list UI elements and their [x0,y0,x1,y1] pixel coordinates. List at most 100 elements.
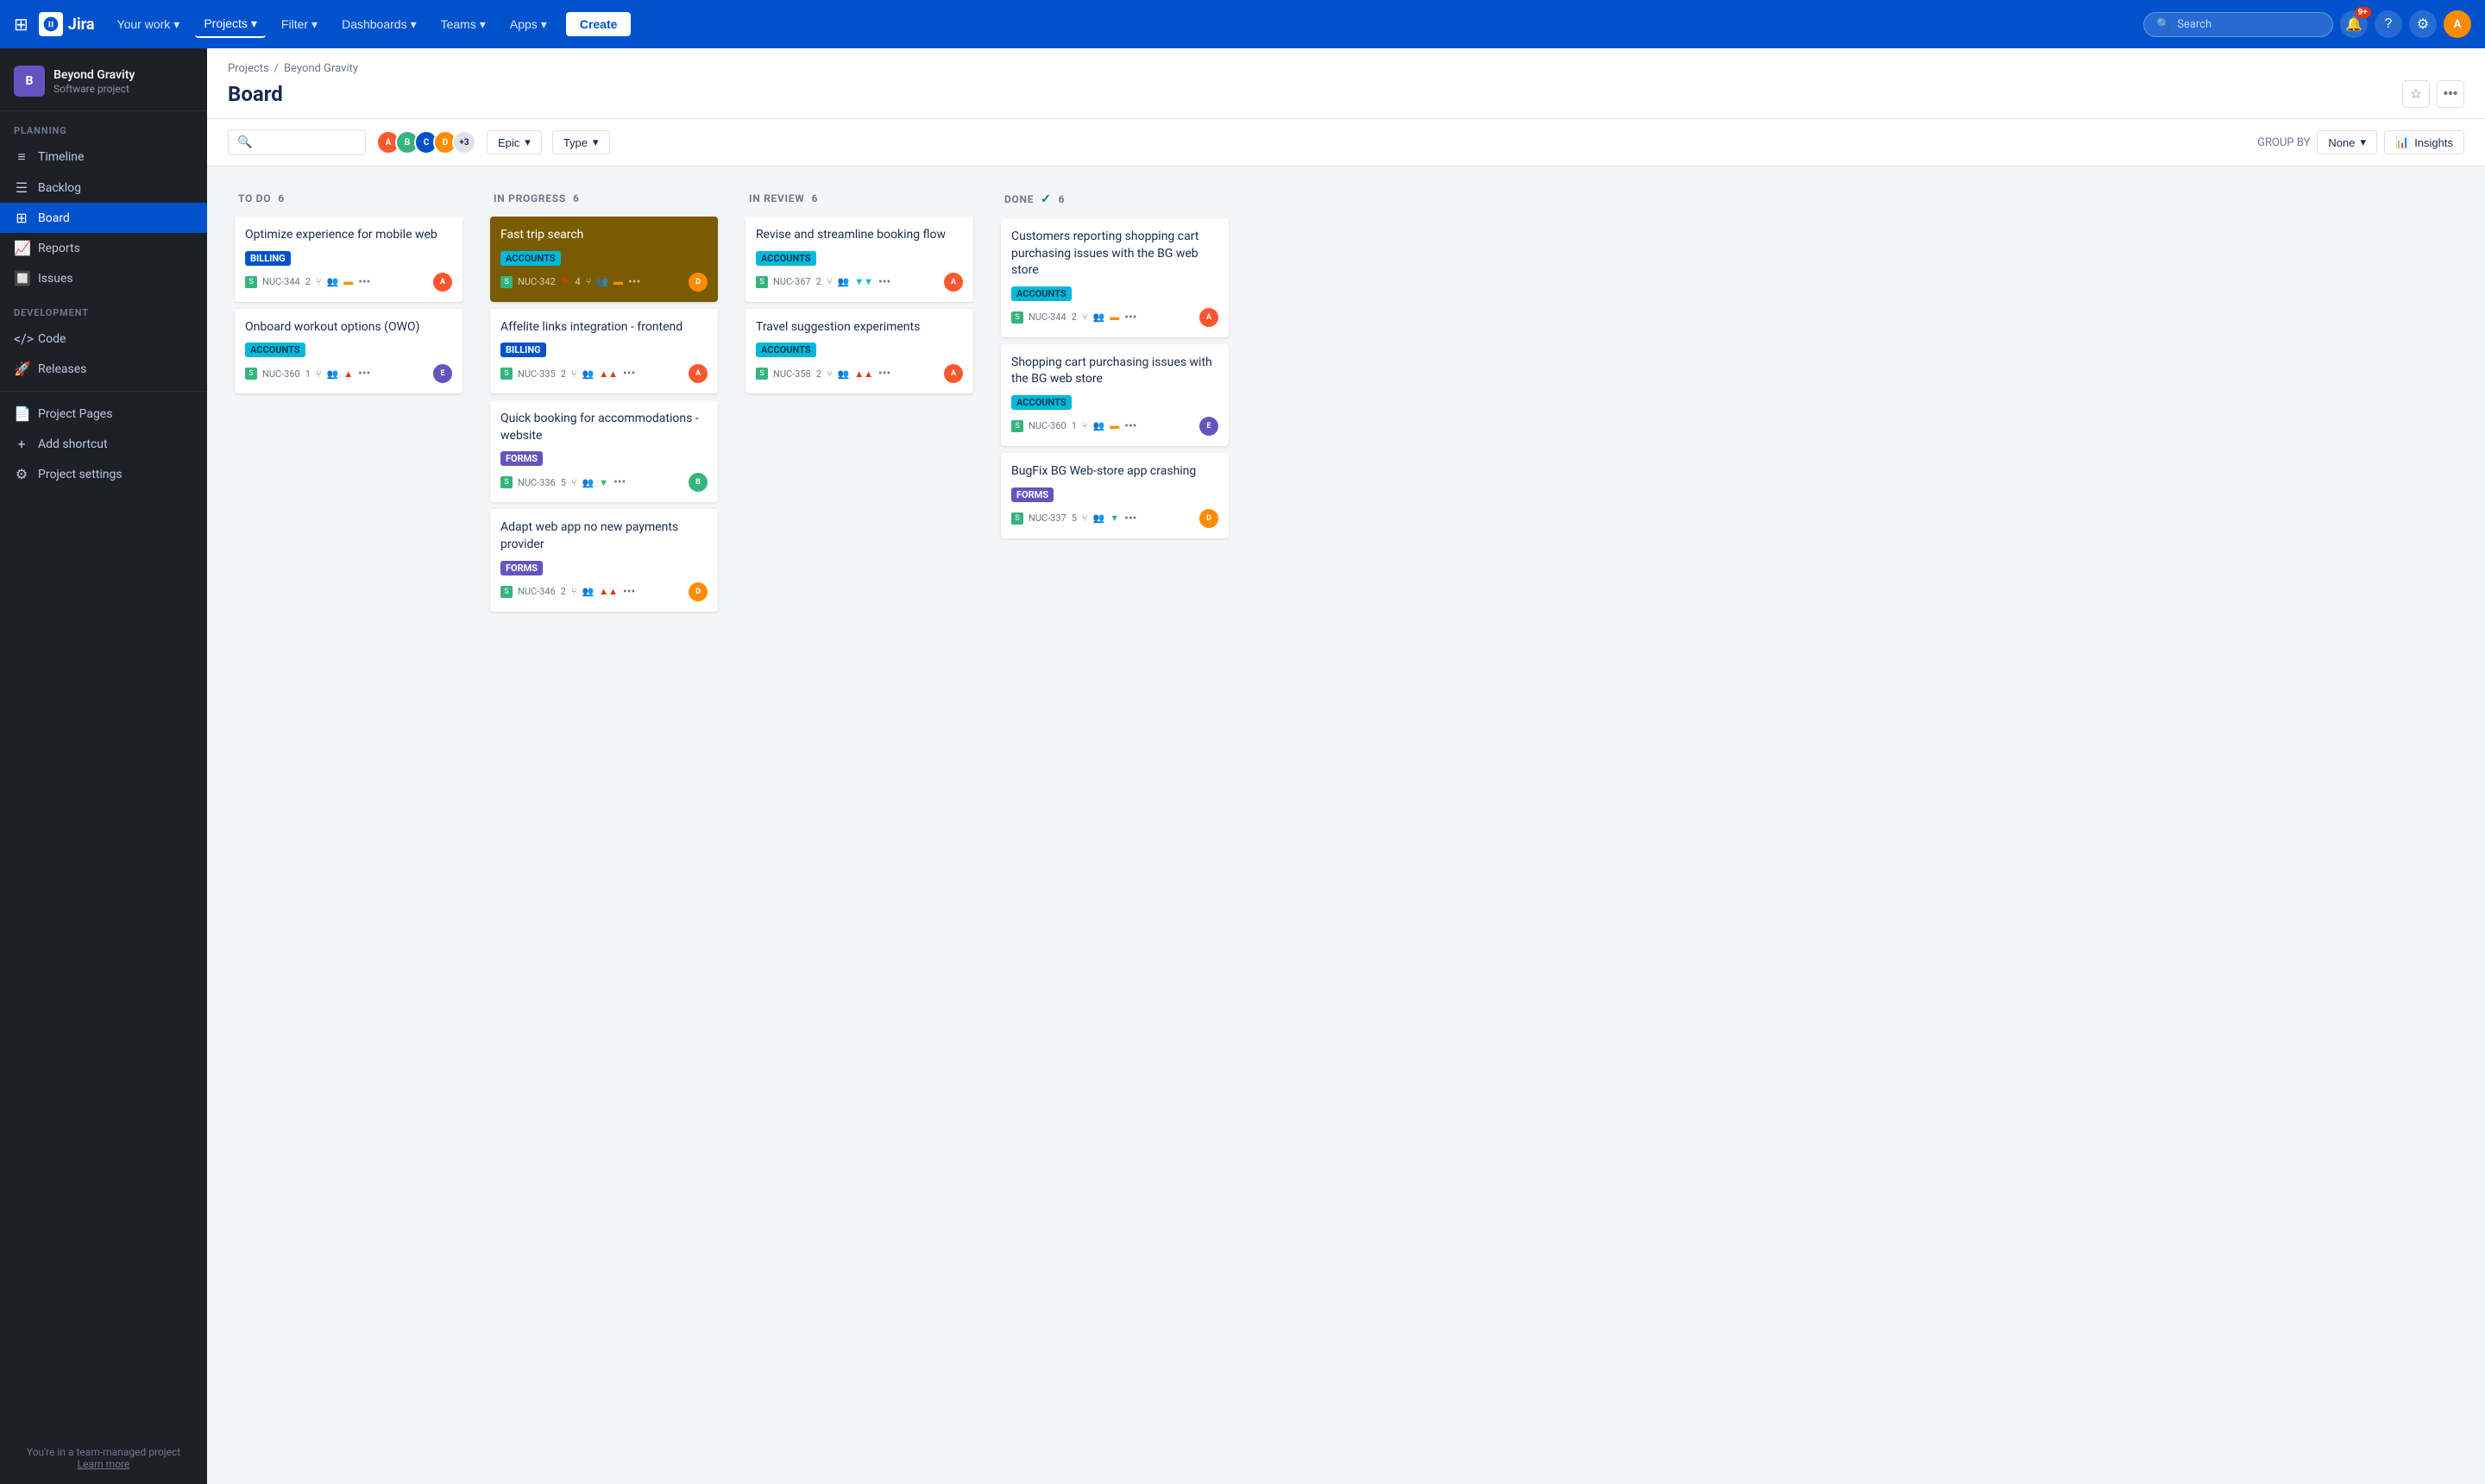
filter-button[interactable]: Filter ▾ [273,12,326,37]
card-nuc-360-done[interactable]: Shopping cart purchasing issues with the… [1001,344,1229,446]
search-bar[interactable]: 🔍 Search [2143,12,2333,37]
group-by-dropdown[interactable]: None ▾ [2317,130,2377,154]
sidebar-item-timeline[interactable]: ≡ Timeline [0,141,207,173]
sidebar-item-code[interactable]: </> Code [0,324,207,354]
epic-chevron-icon: ▾ [525,135,531,149]
priority-icon: ▬ [613,276,623,287]
card-meta: S NUC-335 2 ⑂ 👥 ▲▲ ••• A [500,364,708,383]
card-avatar: A [944,273,963,292]
card-nuc-337-done[interactable]: BugFix BG Web-store app crashing FORMS S… [1001,453,1229,538]
branch-icon: ⑂ [1082,512,1088,524]
type-chevron-icon: ▾ [593,135,599,149]
card-meta: S NUC-336 5 ⑂ 👥 ▼ ••• B [500,473,708,492]
branch-icon: ⑂ [1082,420,1088,431]
add-shortcut-icon: + [14,436,29,452]
card-meta: S NUC-367 2 ⑂ 👥 ▼▼ ••• A [756,273,963,292]
sidebar: B Beyond Gravity Software project PLANNI… [0,48,207,1484]
commit-icon: 👥 [327,368,339,380]
card-meta: S NUC-358 2 ⑂ 👥 ▲▲ ••• A [756,364,963,383]
priority-icon: ▼▼ [854,276,873,287]
timeline-icon: ≡ [14,148,29,166]
story-icon: S [500,476,513,488]
jira-logo[interactable]: Jira [39,12,95,36]
insights-button[interactable]: 📊 Insights [2384,130,2464,154]
board-search-input[interactable] [257,136,356,149]
group-by-chevron-icon: ▾ [2360,135,2366,149]
sidebar-item-issues[interactable]: 🔲 Issues [0,263,207,293]
card-nuc-346[interactable]: Adapt web app no new payments provider F… [490,509,718,611]
sidebar-item-reports[interactable]: 📈 Reports [0,233,207,263]
more-icon: ••• [358,367,370,380]
priority-icon: ▲▲ [599,368,618,380]
branch-icon: ⑂ [571,368,577,380]
flag-icon: ⚑ [561,276,570,288]
card-avatar: A [1199,308,1218,327]
card-nuc-360-todo[interactable]: Onboard workout options (OWO) ACCOUNTS S… [235,309,462,394]
teams-button[interactable]: Teams ▾ [432,12,494,37]
more-icon: ••• [358,275,370,289]
board-header: Projects / Beyond Gravity Board ☆ ••• [207,48,2485,119]
projects-button[interactable]: Projects ▾ [195,11,266,38]
sidebar-item-backlog[interactable]: ☰ Backlog [0,173,207,203]
sidebar-item-releases[interactable]: 🚀 Releases [0,354,207,384]
grid-icon[interactable]: ⊞ [14,14,28,35]
card-avatar: E [433,364,452,383]
priority-icon: ▲▲ [599,586,618,597]
branch-icon: ⑂ [571,477,577,488]
card-nuc-344-done[interactable]: Customers reporting shopping cart purcha… [1001,218,1229,337]
column-inreview: IN REVIEW 6 Revise and streamline bookin… [739,184,980,1461]
branch-icon: ⑂ [316,368,322,380]
card-nuc-335[interactable]: Affelite links integration - frontend BI… [490,309,718,394]
sidebar-item-project-settings[interactable]: ⚙ Project settings [0,459,207,489]
help-button[interactable]: ? [2375,10,2402,38]
apps-button[interactable]: Apps ▾ [501,12,556,37]
type-filter-button[interactable]: Type ▾ [552,130,610,154]
board-columns: TO DO 6 Optimize experience for mobile w… [207,167,2485,1478]
board-toolbar: 🔍 A B C D +3 Epic ▾ Type ▾ GROUP BY [207,119,2485,167]
story-icon: S [245,276,257,288]
sidebar-item-project-pages[interactable]: 📄 Project Pages [0,399,207,429]
board-search-box[interactable]: 🔍 [228,129,366,155]
story-icon: S [1011,420,1023,432]
sidebar-item-add-shortcut[interactable]: + Add shortcut [0,429,207,459]
star-button[interactable]: ☆ [2402,80,2430,108]
card-nuc-336[interactable]: Quick booking for accommodations - websi… [490,400,718,502]
card-nuc-367[interactable]: Revise and streamline booking flow ACCOU… [746,217,973,302]
tag-accounts: ACCOUNTS [1011,395,1072,410]
learn-more-link[interactable]: Learn more [78,1458,130,1470]
project-type: Software project [53,83,135,95]
priority-icon: ▬ [343,276,353,287]
tag-forms: FORMS [500,451,543,466]
story-icon: S [245,368,257,380]
user-avatar[interactable]: A [2444,10,2471,38]
card-nuc-342[interactable]: Fast trip search ACCOUNTS S NUC-342 ⚑ 4 … [490,217,718,302]
more-icon: ••• [1124,419,1136,433]
planning-section-label: PLANNING [0,111,207,141]
issues-icon: 🔲 [14,270,29,286]
sidebar-item-board[interactable]: ⊞ Board [0,203,207,233]
releases-icon: 🚀 [14,361,29,377]
more-icon: ••• [623,585,635,599]
breadcrumb-projects[interactable]: Projects [228,62,269,75]
card-meta: S NUC-344 2 ⑂ 👥 ▬ ••• A [1011,308,1218,327]
card-nuc-344-todo[interactable]: Optimize experience for mobile web BILLI… [235,217,462,302]
more-options-button[interactable]: ••• [2437,80,2464,108]
story-icon: S [500,586,513,598]
create-button[interactable]: Create [566,12,632,36]
settings-button[interactable]: ⚙ [2409,10,2437,38]
dashboards-button[interactable]: Dashboards ▾ [333,12,425,37]
card-nuc-358[interactable]: Travel suggestion experiments ACCOUNTS S… [746,309,973,394]
avatar-more[interactable]: +3 [452,130,476,154]
commit-icon: 👥 [1093,512,1105,524]
your-work-button[interactable]: Your work ▾ [109,12,189,37]
more-icon: ••• [1124,512,1136,525]
breadcrumb-project-name[interactable]: Beyond Gravity [284,62,358,75]
notifications-button[interactable]: 🔔 9+ [2340,10,2368,38]
column-inprogress: IN PROGRESS 6 Fast trip search ACCOUNTS … [483,184,725,1461]
epic-filter-button[interactable]: Epic ▾ [487,130,542,154]
search-icon: 🔍 [237,135,252,149]
settings-icon: ⚙ [14,466,29,482]
tag-accounts: ACCOUNTS [756,251,816,266]
tag-billing: BILLING [500,343,546,357]
commit-icon: 👥 [838,368,850,380]
